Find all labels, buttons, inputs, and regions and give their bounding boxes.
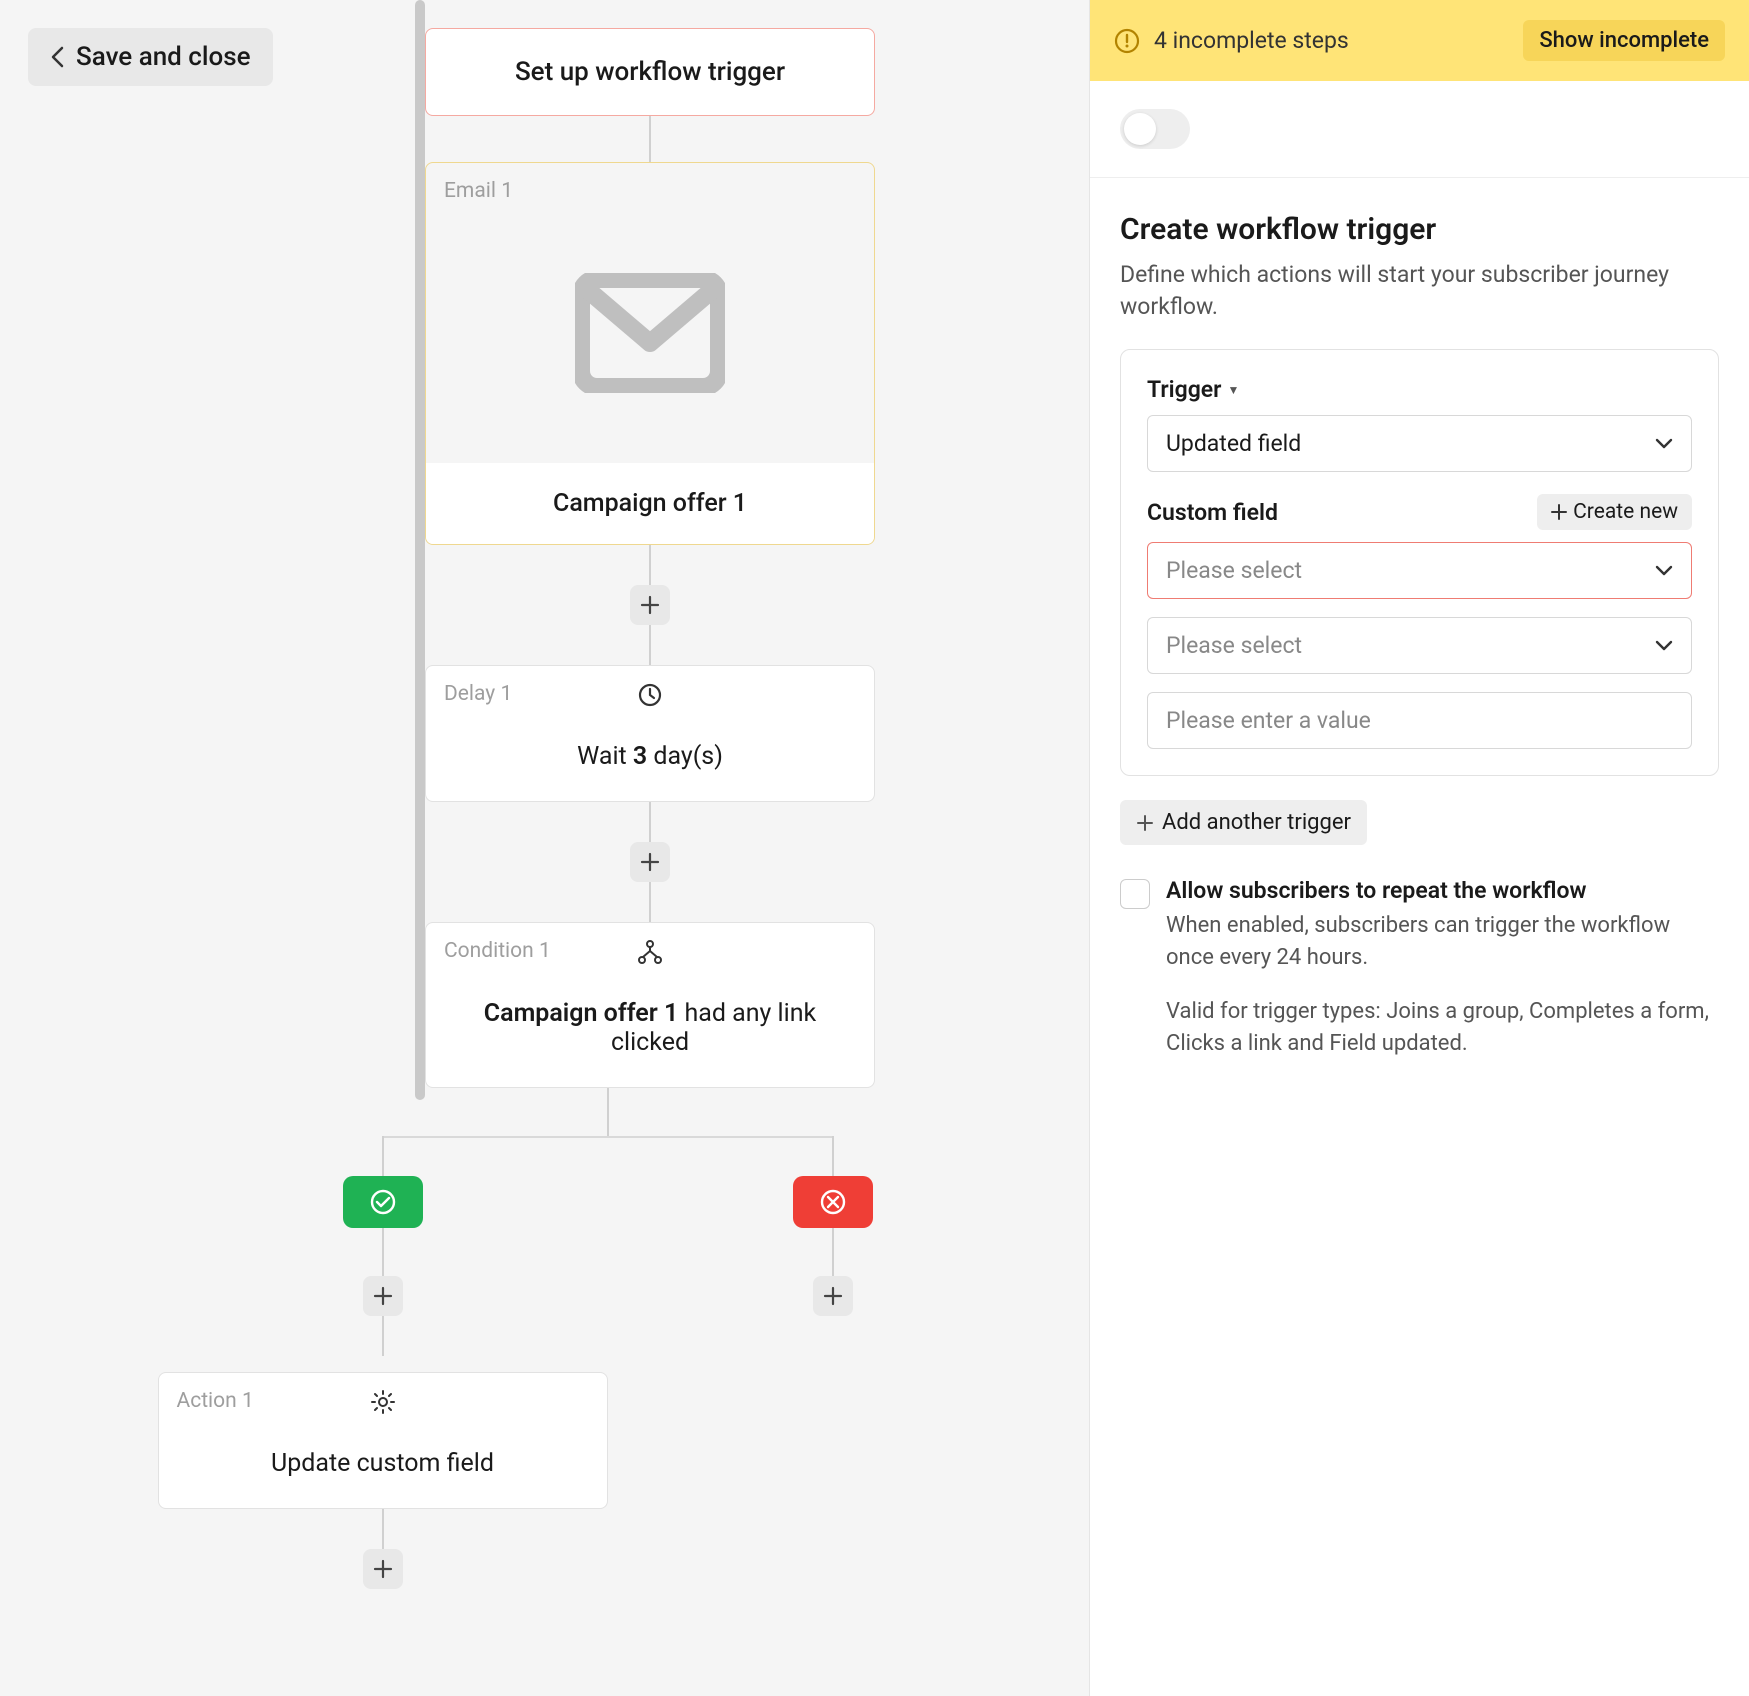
custom-field-label: Custom field: [1147, 499, 1278, 526]
repeat-workflow-valid: Valid for trigger types: Joins a group, …: [1166, 996, 1719, 1060]
panel-description: Define which actions will start your sub…: [1120, 259, 1719, 323]
add-step-button[interactable]: [813, 1276, 853, 1316]
repeat-workflow-desc: When enabled, subscribers can trigger th…: [1166, 910, 1719, 974]
trigger-node-label: Set up workflow trigger: [515, 57, 785, 87]
plus-icon: [640, 595, 660, 615]
add-step-button[interactable]: [363, 1276, 403, 1316]
workflow-canvas: Save and close ▲ Set up workflow trigger…: [0, 0, 1089, 1696]
caret-down-icon: ▼: [1227, 383, 1239, 397]
connector: [382, 1509, 384, 1549]
plus-icon: [640, 852, 660, 872]
delay-node[interactable]: Delay 1 Wait 3 day(s): [425, 665, 875, 802]
connector: [649, 802, 651, 842]
condition-false-chip[interactable]: [793, 1176, 873, 1228]
custom-field-select[interactable]: Please select: [1147, 542, 1692, 599]
connector: [607, 1088, 609, 1136]
chevron-down-icon: [1655, 640, 1673, 652]
condition-true-chip[interactable]: [343, 1176, 423, 1228]
save-and-close-label: Save and close: [76, 42, 251, 72]
connector: [382, 1136, 384, 1178]
toggle-knob: [1124, 113, 1156, 145]
plus-icon: [373, 1286, 393, 1306]
chevron-left-icon: [50, 46, 64, 68]
chevron-down-icon: [1655, 438, 1673, 450]
email-node-tag: Email 1: [426, 163, 874, 203]
repeat-workflow-checkbox[interactable]: [1120, 879, 1150, 909]
add-step-button[interactable]: [630, 842, 670, 882]
chevron-down-icon: [1655, 565, 1673, 577]
condition-node[interactable]: Condition 1 Campaign offer 1 had any lin…: [425, 922, 875, 1088]
incomplete-banner: 4 incomplete steps Show incomplete: [1090, 0, 1749, 81]
connector: [832, 1136, 834, 1178]
connector: [382, 1316, 384, 1356]
workflow-active-toggle[interactable]: [1120, 109, 1190, 149]
email-icon: [575, 273, 725, 393]
connector: [382, 1228, 384, 1276]
email-node-title: Campaign offer 1: [426, 463, 874, 544]
delay-node-text: Wait 3 day(s): [444, 742, 856, 771]
action-node-title: Update custom field: [177, 1449, 589, 1478]
connector: [832, 1228, 834, 1276]
connector: [649, 545, 651, 585]
condition-node-text: Campaign offer 1 had any link clicked: [444, 999, 856, 1057]
connector: [649, 116, 651, 162]
trigger-field-label: Trigger▼: [1147, 376, 1692, 403]
add-step-button[interactable]: [630, 585, 670, 625]
repeat-workflow-label: Allow subscribers to repeat the workflow: [1166, 877, 1719, 904]
trigger-card: Trigger▼ Updated field Custom field Crea…: [1120, 349, 1719, 776]
incomplete-banner-text: 4 incomplete steps: [1154, 27, 1509, 54]
connector: [383, 1136, 833, 1138]
alert-circle-icon: [1114, 28, 1140, 54]
trigger-select-value: Updated field: [1166, 430, 1301, 457]
plus-icon: [823, 1286, 843, 1306]
email-node[interactable]: Email 1 Campaign offer 1: [425, 162, 875, 545]
trigger-node[interactable]: Set up workflow trigger: [425, 28, 875, 116]
connector: [649, 882, 651, 922]
action-node[interactable]: Action 1 Update custom field: [158, 1372, 608, 1509]
operator-placeholder: Please select: [1166, 632, 1302, 659]
value-input-placeholder: Please enter a value: [1166, 707, 1371, 734]
create-new-button[interactable]: Create new: [1537, 494, 1692, 530]
value-input[interactable]: Please enter a value: [1147, 692, 1692, 749]
x-circle-icon: [820, 1189, 846, 1215]
add-step-button[interactable]: [363, 1549, 403, 1589]
custom-field-placeholder: Please select: [1166, 557, 1302, 584]
save-and-close-button[interactable]: Save and close: [28, 28, 273, 86]
gear-icon: [370, 1389, 396, 1415]
plus-icon: [373, 1559, 393, 1579]
panel-title: Create workflow trigger: [1120, 212, 1719, 247]
connector: [649, 625, 651, 665]
trigger-select[interactable]: Updated field: [1147, 415, 1692, 472]
plus-icon: [1136, 814, 1154, 832]
operator-select[interactable]: Please select: [1147, 617, 1692, 674]
scrollbar-thumb[interactable]: [415, 0, 425, 1100]
settings-sidebar: 4 incomplete steps Show incomplete Creat…: [1089, 0, 1749, 1696]
check-circle-icon: [370, 1189, 396, 1215]
clock-icon: [637, 682, 663, 708]
plus-icon: [1551, 504, 1567, 520]
show-incomplete-button[interactable]: Show incomplete: [1523, 20, 1725, 61]
split-icon: [637, 939, 663, 965]
add-another-trigger-button[interactable]: Add another trigger: [1120, 800, 1367, 845]
